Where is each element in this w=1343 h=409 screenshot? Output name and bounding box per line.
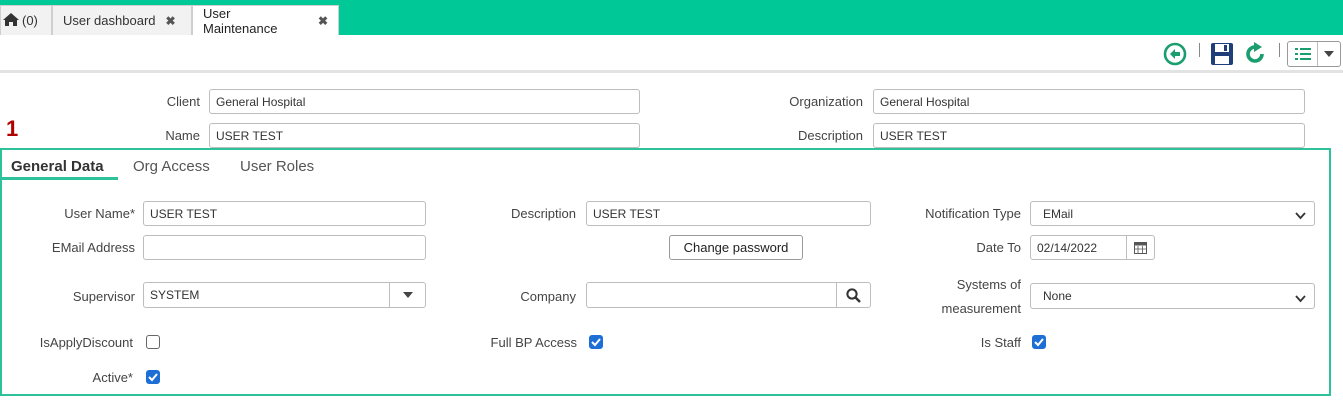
email-field[interactable] bbox=[143, 235, 426, 260]
toolbar-separator bbox=[1199, 43, 1200, 57]
active-checkbox[interactable] bbox=[146, 370, 160, 384]
full-bp-access-label: Full BP Access bbox=[490, 335, 577, 350]
list-icon bbox=[1288, 42, 1318, 66]
chevron-down-icon bbox=[1295, 292, 1306, 306]
apply-discount-checkbox[interactable] bbox=[146, 335, 160, 349]
is-staff-label: Is Staff bbox=[980, 335, 1021, 350]
form-description-label: Description bbox=[510, 206, 576, 221]
back-icon[interactable] bbox=[1160, 39, 1190, 69]
check-icon bbox=[1034, 338, 1044, 347]
tab-user-dashboard[interactable]: User dashboard ✖ bbox=[52, 5, 192, 35]
active-label: Active* bbox=[92, 370, 133, 385]
window-tab-bar: (0) User dashboard ✖ User Maintenance ✖ bbox=[0, 0, 1343, 36]
apply-discount-label: IsApplyDiscount bbox=[39, 335, 133, 350]
company-field[interactable] bbox=[586, 282, 871, 308]
check-icon bbox=[591, 338, 601, 347]
supervisor-value: SYSTEM bbox=[150, 288, 200, 302]
date-to-label: Date To bbox=[976, 240, 1021, 255]
tab-user-maintenance[interactable]: User Maintenance ✖ bbox=[192, 5, 339, 36]
client-label: Client bbox=[166, 94, 200, 109]
date-to-field[interactable]: 02/14/2022 bbox=[1030, 235, 1155, 260]
full-bp-access-checkbox[interactable] bbox=[589, 335, 603, 349]
dropdown-icon bbox=[1318, 51, 1340, 57]
list-menu-button[interactable] bbox=[1287, 41, 1341, 67]
close-icon[interactable]: ✖ bbox=[166, 14, 176, 28]
form-description-field[interactable] bbox=[586, 201, 871, 226]
detail-panel bbox=[0, 148, 1331, 396]
name-label: Name bbox=[165, 128, 200, 143]
save-icon[interactable] bbox=[1207, 39, 1237, 69]
close-icon[interactable]: ✖ bbox=[318, 14, 328, 28]
notification-type-label: Notification Type bbox=[925, 206, 1021, 221]
systems-label-line1: Systems of bbox=[956, 277, 1021, 292]
is-staff-checkbox[interactable] bbox=[1032, 335, 1046, 349]
user-name-label: User Name* bbox=[64, 206, 135, 221]
notification-type-value: EMail bbox=[1043, 206, 1074, 221]
calendar-icon[interactable] bbox=[1126, 236, 1154, 259]
check-icon bbox=[148, 373, 158, 382]
annotation-marker: 1 bbox=[6, 116, 19, 141]
change-password-button[interactable]: Change password bbox=[669, 235, 803, 260]
toolbar-separator bbox=[1279, 43, 1280, 57]
name-field[interactable] bbox=[209, 123, 640, 148]
tab-label: User dashboard bbox=[63, 13, 156, 28]
client-field[interactable] bbox=[209, 89, 640, 114]
notification-type-select[interactable]: EMail bbox=[1030, 201, 1315, 226]
dropdown-icon[interactable] bbox=[389, 283, 425, 307]
home-icon bbox=[3, 12, 19, 29]
search-icon[interactable] bbox=[836, 283, 870, 307]
toolbar bbox=[0, 35, 1343, 73]
supervisor-label: Supervisor bbox=[72, 289, 135, 304]
tab-org-access[interactable]: Org Access bbox=[133, 158, 210, 175]
user-name-field[interactable] bbox=[143, 201, 426, 226]
systems-of-measurement-select[interactable]: None bbox=[1030, 283, 1315, 309]
description-field[interactable] bbox=[873, 123, 1305, 148]
tab-user-roles[interactable]: User Roles bbox=[240, 158, 314, 175]
tab-general-data[interactable]: General Data bbox=[11, 158, 104, 175]
tab-home[interactable]: (0) bbox=[0, 5, 52, 35]
company-label: Company bbox=[520, 289, 576, 304]
organization-label: Organization bbox=[789, 94, 863, 109]
date-to-value: 02/14/2022 bbox=[1037, 240, 1098, 255]
organization-field[interactable] bbox=[873, 89, 1305, 114]
systems-value: None bbox=[1043, 289, 1072, 303]
refresh-icon[interactable] bbox=[1240, 39, 1270, 69]
tab-label: User Maintenance bbox=[203, 5, 278, 36]
supervisor-select[interactable]: SYSTEM bbox=[143, 282, 426, 308]
email-label: EMail Address bbox=[51, 240, 135, 255]
home-tab-count: (0) bbox=[22, 13, 38, 28]
chevron-down-icon bbox=[1295, 209, 1306, 223]
active-tab-indicator bbox=[2, 177, 118, 180]
systems-label-line2: measurement bbox=[941, 301, 1021, 316]
description-label: Description bbox=[797, 128, 863, 143]
